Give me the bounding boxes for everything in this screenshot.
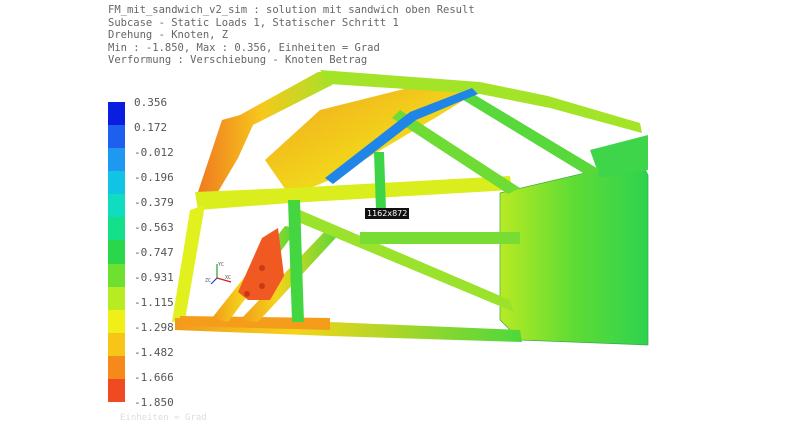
color-legend: 0.356 0.172 -0.012 -0.196 -0.379 -0.563 -0.747… <box>108 97 228 415</box>
legend-tick-label: -0.196 <box>134 171 174 184</box>
legend-swatch <box>108 309 125 334</box>
legend-swatch <box>108 148 125 172</box>
diagonal-brace-4 <box>360 232 520 244</box>
triad-label-x: XC <box>225 275 231 281</box>
footer-units-label: Einheiten = Grad <box>120 413 207 423</box>
front-cross-beam <box>195 176 512 210</box>
legend-tick-label: -1.666 <box>134 371 174 384</box>
legend-tick-label: 0.356 <box>134 96 168 109</box>
vertical-post-inner <box>374 152 386 210</box>
legend-swatch <box>108 102 125 126</box>
legend-swatch <box>108 171 125 195</box>
legend-tick-label: -1.850 <box>134 396 174 409</box>
triad-label-z: ZC <box>205 278 211 284</box>
legend-tick-label: -1.482 <box>134 346 174 359</box>
diagonal-brace-3 <box>298 210 514 312</box>
legend-swatch <box>108 194 125 218</box>
legend-swatch <box>108 217 125 241</box>
legend-tick-label: -0.563 <box>134 221 174 234</box>
legend-tick-label: -1.298 <box>134 321 174 334</box>
legend-tick-label: 0.172 <box>134 121 168 134</box>
legend-tick-label: -1.115 <box>134 296 174 309</box>
legend-swatch <box>108 378 125 403</box>
legend-swatch <box>108 263 125 288</box>
legend-tick-label: -0.012 <box>134 146 174 159</box>
size-tag: 1162x872 <box>365 208 410 219</box>
legend-swatch <box>108 125 125 149</box>
legend-tick-label: -0.931 <box>134 271 174 284</box>
legend-tick-label: -0.379 <box>134 196 174 209</box>
legend-swatch <box>108 355 125 380</box>
legend-tick-label: -0.747 <box>134 246 174 259</box>
legend-swatch <box>108 286 125 311</box>
rear-box-panel <box>499 159 649 346</box>
legend-swatch <box>108 332 125 357</box>
coordinate-triad: YC ZC XC <box>205 262 232 285</box>
triad-label-y: YC <box>218 262 224 268</box>
legend-swatch <box>108 240 125 265</box>
